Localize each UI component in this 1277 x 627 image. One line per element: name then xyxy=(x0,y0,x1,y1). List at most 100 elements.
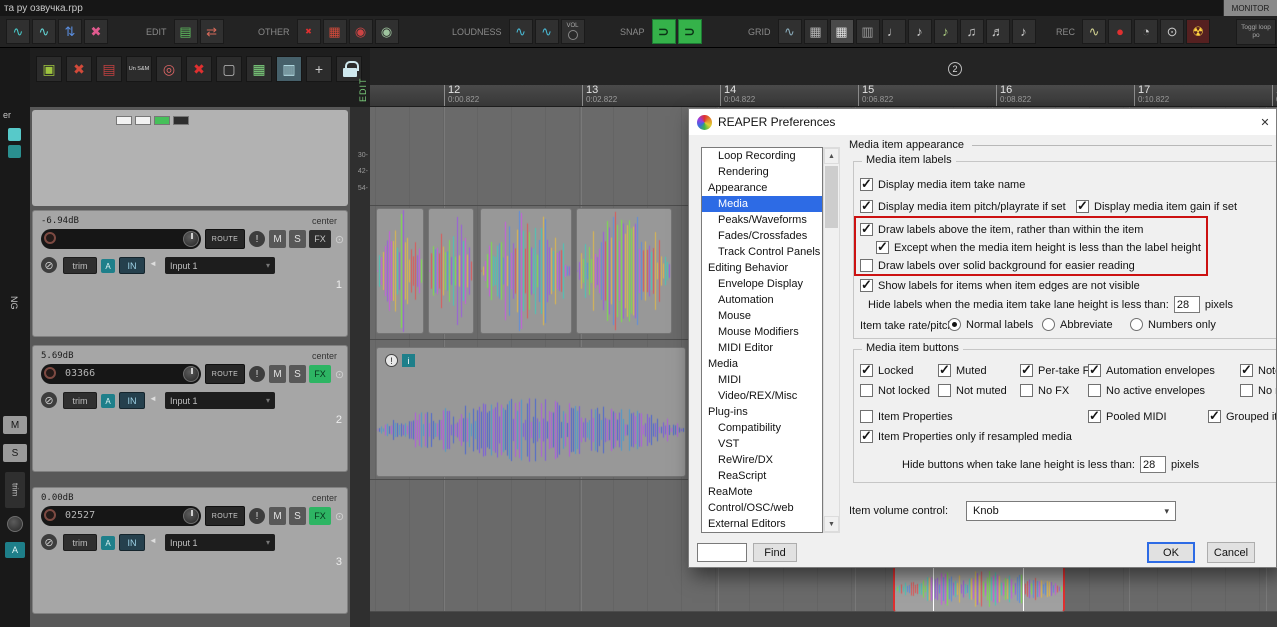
mute-button[interactable]: M xyxy=(269,507,286,525)
loudness-analyze-icon[interactable]: ∿ xyxy=(535,19,559,44)
mute-button[interactable]: M xyxy=(269,230,286,248)
category-item[interactable]: Rendering xyxy=(702,164,822,180)
route-button[interactable]: ROUTE xyxy=(205,364,245,384)
volume-knob-icon[interactable]: VOL xyxy=(561,19,585,44)
radiation-icon[interactable]: ☢ xyxy=(1186,19,1210,44)
media-item[interactable] xyxy=(480,208,572,334)
loudness-scan-icon[interactable]: ∿ xyxy=(509,19,533,44)
show-labels-edges-checkbox[interactable]: Show labels for items when item edges ar… xyxy=(860,279,1140,292)
note-beamed-icon[interactable]: ♫ xyxy=(960,19,984,44)
note-sixteenth-icon[interactable]: ♬ xyxy=(986,19,1010,44)
media-button-checkbox[interactable]: Item Properties xyxy=(860,410,953,423)
scroll-up-icon[interactable]: ▲ xyxy=(824,148,839,164)
find-input[interactable] xyxy=(697,543,747,562)
media-button-checkbox[interactable]: Not muted xyxy=(938,384,1007,397)
except-height-checkbox[interactable]: Except when the media item height is les… xyxy=(876,241,1201,254)
category-item[interactable]: Envelope Display xyxy=(702,276,822,292)
trim-button[interactable]: trim xyxy=(63,392,97,409)
rail-automation-button[interactable]: A xyxy=(5,542,25,558)
mute-send-icon[interactable]: ✖ xyxy=(297,19,321,44)
category-item[interactable]: External Editors xyxy=(702,516,822,532)
trim-button[interactable]: trim xyxy=(63,534,97,551)
rail-mute-button[interactable]: M xyxy=(3,416,27,434)
track-panel-3[interactable]: 0.00dB center 02527 ROUTE ! M S FX ⊙ ⊘ t… xyxy=(32,487,348,614)
eye-icon[interactable]: ◉ xyxy=(375,19,399,44)
solo-item-icon[interactable]: ◎ xyxy=(156,56,182,82)
media-item[interactable] xyxy=(428,208,474,334)
record-arm-icon[interactable] xyxy=(44,367,56,379)
rail-solo-button[interactable]: S xyxy=(3,444,27,462)
input-select[interactable]: Input 1 ▾ xyxy=(165,392,275,409)
fx-button[interactable]: FX xyxy=(309,507,331,525)
category-item[interactable]: MIDI Editor xyxy=(702,340,822,356)
category-item[interactable]: Media xyxy=(702,356,822,372)
mute-button[interactable]: M xyxy=(269,365,286,383)
volume-knob[interactable] xyxy=(183,366,199,382)
crosshair-icon[interactable]: + xyxy=(306,56,332,82)
monitor-fx-icon[interactable]: ▤ xyxy=(174,19,198,44)
swap-arrows-icon[interactable]: ⇄ xyxy=(200,19,224,44)
category-item[interactable]: Track Control Panels xyxy=(702,244,822,260)
category-item[interactable]: Appearance xyxy=(702,180,822,196)
track-panel-collapsed[interactable] xyxy=(32,110,348,206)
dialog-titlebar[interactable]: REAPER Preferences ✕ xyxy=(689,109,1276,135)
record-dot-icon[interactable]: ● xyxy=(1108,19,1132,44)
category-item[interactable]: Mouse xyxy=(702,308,822,324)
input-select[interactable]: Input 1 ▾ xyxy=(165,534,275,551)
media-button-checkbox[interactable]: No active envelopes xyxy=(1088,384,1205,397)
timeline-ruler[interactable]: 120:00.822 130:02.822 140:04.822 150:06.… xyxy=(370,85,1277,107)
fx-enable-icon[interactable]: ⊙ xyxy=(333,366,346,382)
hide-labels-threshold-input[interactable] xyxy=(1174,296,1200,313)
category-item[interactable]: Video/REX/Misc xyxy=(702,388,822,404)
media-button-checkbox[interactable]: No no xyxy=(1240,384,1277,397)
media-button-checkbox[interactable]: Locked xyxy=(860,364,913,377)
track-volume-bar[interactable] xyxy=(41,229,201,249)
delete-item-icon[interactable]: ✖ xyxy=(66,56,92,82)
display-take-name-checkbox[interactable]: Display media item take name xyxy=(860,178,1025,191)
category-item[interactable]: Automation xyxy=(702,292,822,308)
toggle-loop-button[interactable]: Toggl loop po xyxy=(1236,19,1276,45)
draw-labels-above-checkbox[interactable]: Draw labels above the item, rather than … xyxy=(860,223,1143,236)
media-item[interactable] xyxy=(576,208,672,334)
close-icon[interactable]: ✕ xyxy=(1254,109,1276,135)
category-item[interactable]: Editing Behavior xyxy=(702,260,822,276)
media-button-checkbox[interactable]: Automation envelopes xyxy=(1088,364,1215,377)
rate-option[interactable]: Normal labels xyxy=(948,318,1033,331)
scroll-down-icon[interactable]: ▼ xyxy=(824,516,839,532)
ok-button[interactable]: OK xyxy=(1147,542,1195,563)
small-grid-icon[interactable]: ▦ xyxy=(246,56,272,82)
solo-button[interactable]: S xyxy=(289,230,306,248)
category-item[interactable]: Plug-ins xyxy=(702,404,822,420)
remove-item-icon[interactable]: ✖ xyxy=(186,56,212,82)
category-item[interactable]: Media xyxy=(702,196,822,212)
grid-dense-icon[interactable]: ▦ xyxy=(830,19,854,44)
polarity-icon[interactable]: ⊘ xyxy=(41,257,57,273)
grid-wave-icon[interactable]: ∿ xyxy=(778,19,802,44)
note-eighth-icon[interactable]: ♪ xyxy=(908,19,932,44)
category-item[interactable]: Fades/Crossfades xyxy=(702,228,822,244)
rail-trim-button[interactable]: trim xyxy=(5,472,25,508)
mute-item-icon[interactable]: ▤ xyxy=(96,56,122,82)
media-button-checkbox[interactable]: No FX xyxy=(1020,384,1069,397)
media-button-checkbox[interactable]: Muted xyxy=(938,364,987,377)
snap-toggle-icon[interactable]: ⊃ xyxy=(652,19,676,44)
input-button[interactable]: IN xyxy=(119,392,145,409)
category-item[interactable]: ReWire/DX xyxy=(702,452,822,468)
rate-option[interactable]: Abbreviate xyxy=(1042,318,1113,331)
automation-mode-button[interactable]: A xyxy=(101,536,115,550)
fx-enable-icon[interactable]: ⊙ xyxy=(333,508,346,524)
sws-snm-icon[interactable]: Un S&M xyxy=(126,56,152,82)
item-info-icon[interactable]: i xyxy=(402,354,415,367)
grid-lines-icon[interactable]: ▦ xyxy=(804,19,828,44)
item-warning-icon[interactable]: ! xyxy=(385,354,398,367)
phase-button[interactable]: ! xyxy=(249,366,265,382)
track-volume-bar[interactable]: 03366 xyxy=(41,364,201,384)
note-dotted-icon[interactable]: ♪ xyxy=(934,19,958,44)
solid-background-checkbox[interactable]: Draw labels over solid background for ea… xyxy=(860,259,1135,272)
category-item[interactable]: Compatibility xyxy=(702,420,822,436)
snap-settings-icon[interactable]: ⊃ xyxy=(678,19,702,44)
note-quarter-icon[interactable]: ♩ xyxy=(882,19,906,44)
fx-button[interactable]: FX xyxy=(309,365,331,383)
volume-knob[interactable] xyxy=(183,231,199,247)
phase-button[interactable]: ! xyxy=(249,231,265,247)
